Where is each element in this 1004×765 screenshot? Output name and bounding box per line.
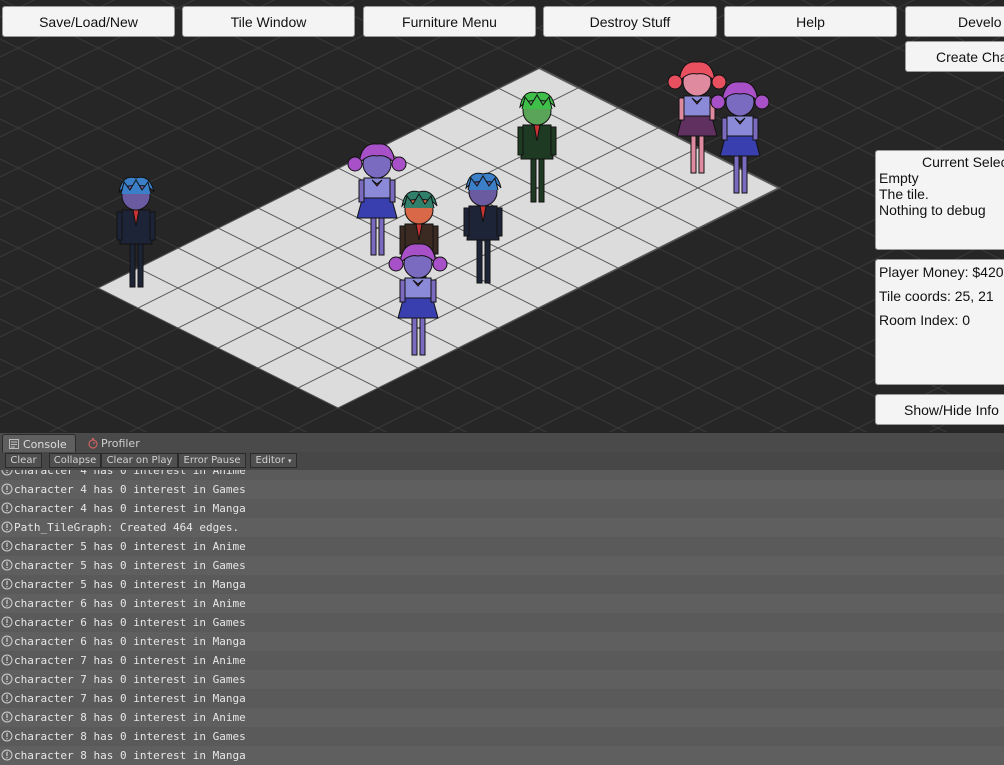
log-row[interactable]: character 8 has 0 interest in Games xyxy=(0,727,1004,746)
tab-bar: Console Profiler xyxy=(0,432,1004,453)
log-message: character 8 has 0 interest in Manga xyxy=(14,749,246,762)
console-window: Console Profiler Clear Collapse Clear on… xyxy=(0,432,1004,765)
console-toolbar: Clear Collapse Clear on Play Error Pause… xyxy=(0,452,1004,471)
log-row[interactable]: character 7 has 0 interest in Anime xyxy=(0,651,1004,670)
info-circle-icon xyxy=(0,708,14,727)
tile-coords: Tile coords: 25, 21 xyxy=(879,288,994,304)
info-circle-icon xyxy=(0,499,14,518)
console-log-list[interactable]: character 4 has 0 interest in Anime chara… xyxy=(0,470,1004,765)
room-index: Room Index: 0 xyxy=(879,312,971,328)
log-message: character 8 has 0 interest in Games xyxy=(14,730,246,743)
clear-button[interactable]: Clear xyxy=(5,453,42,468)
info-circle-icon xyxy=(0,727,14,746)
error-pause-button[interactable]: Error Pause xyxy=(178,453,246,468)
log-message: character 6 has 0 interest in Manga xyxy=(14,635,246,648)
info-circle-icon xyxy=(0,556,14,575)
editor-dropdown-label: Editor xyxy=(255,455,286,466)
log-row[interactable]: character 5 has 0 interest in Manga xyxy=(0,575,1004,594)
log-message: character 5 has 0 interest in Manga xyxy=(14,578,246,591)
log-message: character 4 has 0 interest in Games xyxy=(14,483,246,496)
log-message: character 5 has 0 interest in Anime xyxy=(14,540,246,553)
log-row[interactable]: character 4 has 0 interest in Games xyxy=(0,480,1004,499)
log-message: Path_TileGraph: Created 464 edges. xyxy=(14,521,240,534)
tile-map[interactable] xyxy=(0,0,1004,432)
tile-window-button[interactable]: Tile Window xyxy=(182,6,355,37)
log-row[interactable]: Path_TileGraph: Created 464 edges. xyxy=(0,518,1004,537)
profiler-icon xyxy=(88,438,98,449)
show-hide-info-button[interactable]: Show/Hide Info xyxy=(875,394,1004,425)
log-row[interactable]: character 8 has 0 interest in Manga xyxy=(0,746,1004,765)
info-circle-icon xyxy=(0,470,14,480)
help-button[interactable]: Help xyxy=(724,6,897,37)
collapse-button[interactable]: Collapse xyxy=(49,453,101,468)
selection-line-3: Nothing to debug xyxy=(879,202,986,218)
info-circle-icon xyxy=(0,632,14,651)
selection-line-2: The tile. xyxy=(879,186,929,202)
log-row[interactable]: character 7 has 0 interest in Manga xyxy=(0,689,1004,708)
info-panel: Player Money: $420 Tile coords: 25, 21 R… xyxy=(875,259,1004,385)
developer-button[interactable]: Develo xyxy=(905,6,1004,37)
log-row[interactable]: character 7 has 0 interest in Games xyxy=(0,670,1004,689)
log-row[interactable]: character 6 has 0 interest in Games xyxy=(0,613,1004,632)
tab-console[interactable]: Console xyxy=(2,434,76,453)
save-load-new-button[interactable]: Save/Load/New xyxy=(2,6,175,37)
tab-profiler-label: Profiler xyxy=(101,437,140,450)
console-icon xyxy=(9,439,19,449)
info-circle-icon xyxy=(0,594,14,613)
destroy-stuff-button[interactable]: Destroy Stuff xyxy=(543,6,717,37)
clear-on-play-button[interactable]: Clear on Play xyxy=(101,453,178,468)
furniture-menu-button[interactable]: Furniture Menu xyxy=(363,6,536,37)
log-row[interactable]: character 4 has 0 interest in Manga xyxy=(0,499,1004,518)
info-circle-icon xyxy=(0,518,14,537)
selection-title: Current Selec xyxy=(922,154,1004,170)
log-row[interactable]: character 5 has 0 interest in Games xyxy=(0,556,1004,575)
info-circle-icon xyxy=(0,613,14,632)
info-circle-icon xyxy=(0,670,14,689)
info-circle-icon xyxy=(0,537,14,556)
game-viewport[interactable]: Save/Load/New Tile Window Furniture Menu… xyxy=(0,0,1004,432)
log-row[interactable]: character 5 has 0 interest in Anime xyxy=(0,537,1004,556)
selection-line-1: Empty xyxy=(879,170,919,186)
log-message: character 8 has 0 interest in Anime xyxy=(14,711,246,724)
log-row[interactable]: character 8 has 0 interest in Anime xyxy=(0,708,1004,727)
info-circle-icon xyxy=(0,746,14,765)
log-row[interactable]: character 6 has 0 interest in Manga xyxy=(0,632,1004,651)
current-selection-panel: Current Selec Empty The tile. Nothing to… xyxy=(875,150,1004,250)
log-message: character 4 has 0 interest in Manga xyxy=(14,502,246,515)
info-circle-icon xyxy=(0,575,14,594)
tab-console-label: Console xyxy=(23,437,67,451)
log-message: character 6 has 0 interest in Games xyxy=(14,616,246,629)
editor-dropdown[interactable]: Editor ▾ xyxy=(250,453,297,468)
info-circle-icon xyxy=(0,480,14,499)
log-message: character 7 has 0 interest in Anime xyxy=(14,654,246,667)
log-message: character 7 has 0 interest in Manga xyxy=(14,692,246,705)
info-circle-icon xyxy=(0,689,14,708)
info-circle-icon xyxy=(0,651,14,670)
chevron-down-icon: ▾ xyxy=(288,456,292,465)
log-message: character 6 has 0 interest in Anime xyxy=(14,597,246,610)
log-row[interactable]: character 4 has 0 interest in Anime xyxy=(0,470,1004,480)
log-row[interactable]: character 6 has 0 interest in Anime xyxy=(0,594,1004,613)
log-message: character 7 has 0 interest in Games xyxy=(14,673,246,686)
player-money: Player Money: $420 xyxy=(879,264,1004,280)
log-message: character 4 has 0 interest in Anime xyxy=(14,470,246,477)
log-message: character 5 has 0 interest in Games xyxy=(14,559,246,572)
create-character-button[interactable]: Create Cha xyxy=(905,41,1004,72)
tab-profiler[interactable]: Profiler xyxy=(84,434,158,453)
